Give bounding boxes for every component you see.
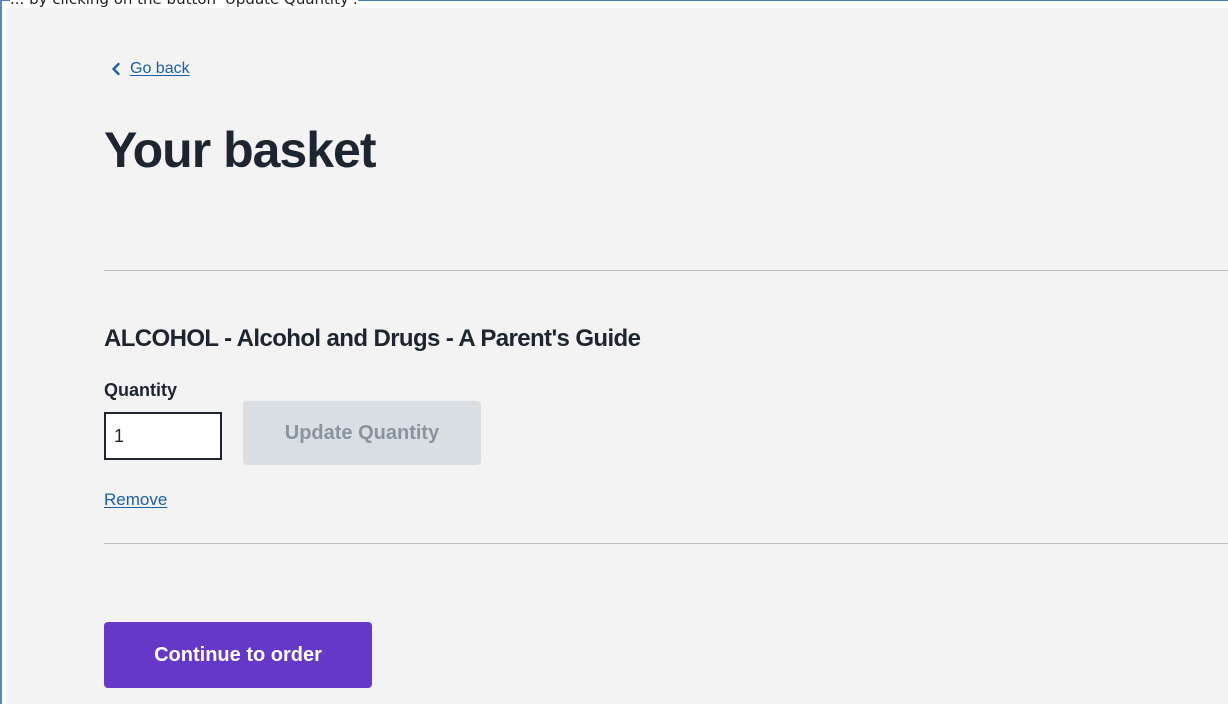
product-title: ALCOHOL - Alcohol and Drugs - A Parent's…: [104, 325, 641, 352]
go-back-label: Go back: [130, 60, 190, 77]
page-title: Your basket: [104, 122, 376, 178]
continue-to-order-button[interactable]: Continue to order: [104, 622, 372, 688]
remove-link[interactable]: Remove: [104, 490, 167, 510]
quantity-label: Quantity: [104, 380, 178, 400]
quantity-input[interactable]: [104, 412, 222, 460]
chevron-left-icon: [112, 62, 120, 76]
basket-page: Go back Your basket ALCOHOL - Alcohol an…: [6, 8, 1228, 704]
update-quantity-button[interactable]: Update Quantity: [243, 401, 481, 465]
divider-bottom: [104, 543, 1228, 544]
instruction-text: ... by clicking on the button 'Update Qu…: [10, 0, 358, 8]
divider-top: [104, 270, 1228, 271]
go-back-link[interactable]: Go back: [110, 60, 190, 78]
